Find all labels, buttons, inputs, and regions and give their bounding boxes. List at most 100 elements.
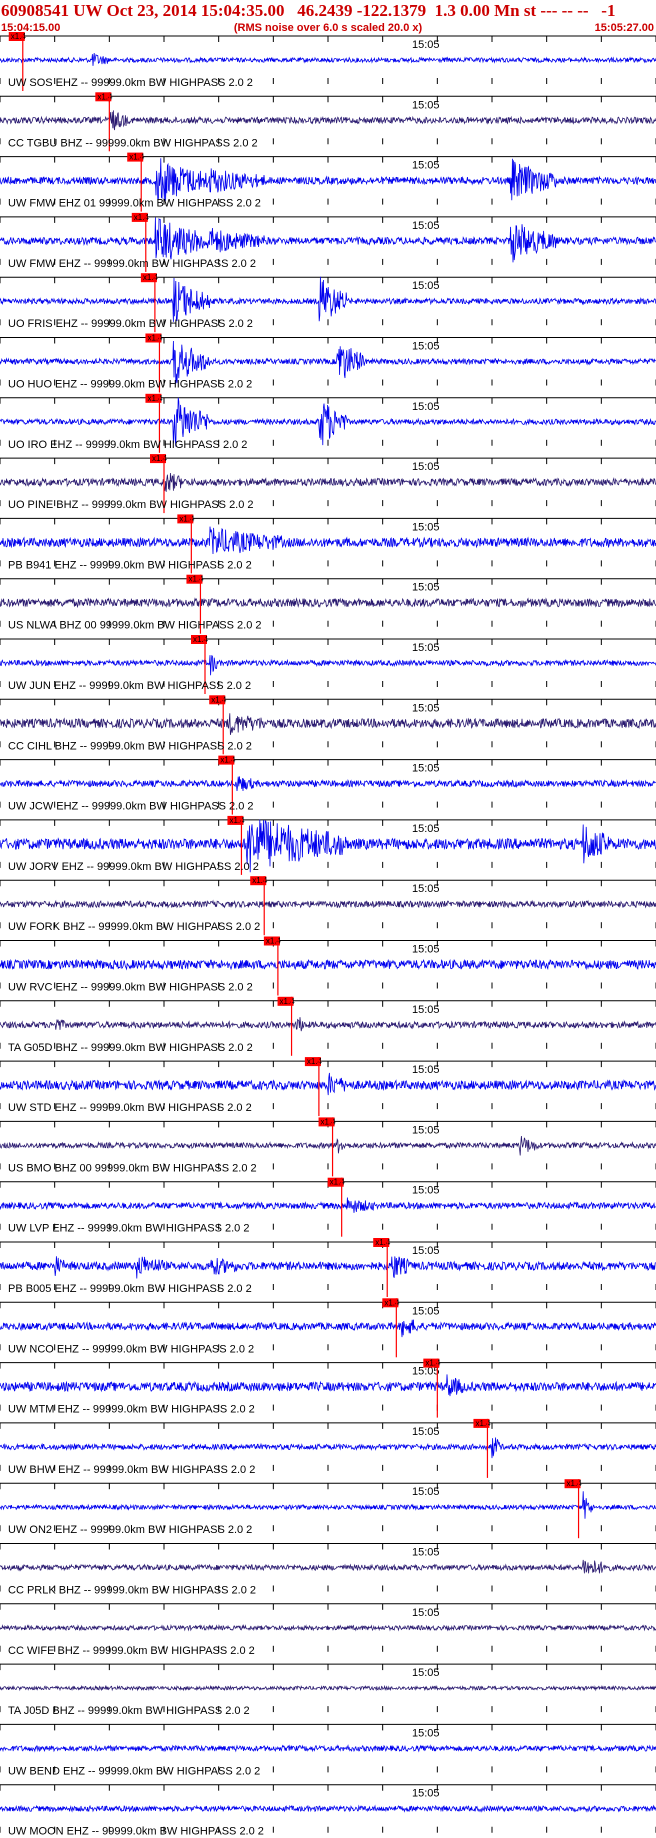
trace-22: 15:05x1.4UW MTM EHZ -- 99999.0km BW HIGH… (0, 1358, 656, 1418)
trace-24: 15:05 x1.4 UW ON2 EHZ -- 99999.0km BW HIGH… (0, 1479, 656, 1539)
tick-label-1505: 15:05 (412, 823, 440, 835)
trace-7: 15:05 x1.4 UO PINE BHZ -- 99999.0km BW HIG… (0, 454, 656, 514)
pick-label: x1.4 (375, 1238, 391, 1247)
station-label: UO FRIS EHZ -- 99999.0km BW HIGHPASS 2.0… (8, 318, 253, 330)
pick-label: x1.4 (425, 1359, 441, 1368)
trace-25: 15:05 CC PRLK BHZ -- 99999.0km BW HIGHPAS… (0, 1543, 656, 1597)
pick-label: x1.4 (307, 1057, 323, 1066)
station-label: CC CIHL BHZ -- 99999.0km BW HIGHPASS 2.0… (8, 740, 252, 752)
waveform (0, 340, 656, 384)
tick-label-1505: 15:05 (412, 1788, 440, 1800)
pick-label: x1.4 (193, 635, 209, 644)
pick-label: x1.4 (152, 454, 168, 463)
trace-20: 15:05 x1.4 PB B005 EHZ -- 99999.0km BW HIG… (0, 1238, 656, 1297)
tick-label-1505: 15:05 (412, 642, 440, 654)
waveform (0, 1072, 656, 1096)
station-label: CC PRLK BHZ -- 99999.0km BW HIGHPASS 2.0… (8, 1585, 256, 1597)
tick-label-1505: 15:05 (412, 401, 440, 413)
tick-label-1505: 15:05 (412, 582, 440, 594)
tick-label-1505: 15:05 (412, 1305, 440, 1317)
tick-label-1505: 15:05 (412, 1727, 440, 1739)
trace-13: 15:05 x1.4 UW JORV EHZ -- 99999.0km BW HIG… (0, 815, 656, 875)
station-label: UO IRO EHZ -- 99999.0km BW HIGHPASS 2.0 … (8, 439, 247, 451)
tick-label-1505: 15:05 (412, 1547, 440, 1559)
waveform (0, 1017, 656, 1032)
pick-label: x1.4 (384, 1298, 400, 1307)
tick-label-1505: 15:05 (412, 883, 440, 895)
tick-label-1505: 15:05 (412, 1607, 440, 1619)
trace-9: 15:05 x1.4 US NLWA BHZ 00 99999.0km BW HIG… (0, 574, 656, 634)
tick-label-1505: 15:05 (412, 1486, 440, 1498)
tick-label-1505: 15:05 (412, 944, 440, 956)
trace-11: 15:05 x1.4 CC CIHL BHZ -- 99999.0km BW HIG… (0, 695, 656, 755)
station-label: UW JUN EHZ -- 99999.0km BW HIGHPASS 2.0 … (8, 680, 251, 692)
waveform (0, 52, 656, 66)
station-label: TA G05D BHZ -- 99999.0km BW HIGHPASS 2.0… (8, 1042, 253, 1054)
tick-label-1505: 15:05 (412, 220, 440, 232)
waveform (0, 776, 656, 792)
trace-17: 15:05 x1.4 UW STD EHZ -- 99999.0km BW HIGH… (0, 1057, 656, 1117)
trace-21: 15:05 x1.4 UW NCO EHZ -- 99999.0km BW HIGH… (0, 1298, 656, 1358)
waveform (0, 1374, 656, 1397)
waveform (0, 597, 656, 609)
waveform (0, 1197, 656, 1213)
waveform (0, 1256, 656, 1279)
waveform (0, 276, 656, 322)
waveform (0, 526, 656, 555)
trace-28: 15:05 UW BEND EHZ -- 99999.0km BW HIGHPAS… (0, 1723, 656, 1777)
pick-label: x1.4 (134, 213, 150, 222)
station-label: UW FMW EHZ -- 99999.0km BW HIGHPASS 2.0 … (8, 258, 256, 270)
station-label: UW NCO EHZ -- 99999.0km BW HIGHPASS 2.0 … (8, 1343, 254, 1355)
station-label: PB B941 EHZ -- 99999.0km BW HIGHPASS 2.0… (8, 559, 252, 571)
seismogram-plot: 15:05 x1.4 UW SOS EHZ -- 99999.0km BW HIGH… (0, 32, 656, 1838)
trace-3: 15:05 x1.4 UW FMW EHZ -- 99999.0km BW HIGH… (0, 212, 656, 272)
tick-label-1505: 15:05 (412, 1124, 440, 1136)
pick-label: x1.4 (11, 32, 27, 41)
tick-label-1505: 15:05 (412, 461, 440, 473)
trace-26: 15:05 CC WIFE BHZ -- 99999.0km BW HIGHPAS… (0, 1603, 656, 1657)
trace-5: 15:05 x1.4 UO HUO EHZ -- 99999.0km BW HIGH… (0, 333, 656, 393)
station-label: UO PINE BHZ -- 99999.0km BW HIGHPASS 2.0… (8, 499, 254, 511)
pick-label: x1.4 (266, 937, 282, 946)
station-label: US NLWA BHZ 00 99999.0km BW HIGHPASS 2.0… (8, 620, 262, 632)
station-label: UW MOON EHZ -- 99999.0km BW HIGHPASS 2.0… (8, 1826, 264, 1838)
station-label: UW RVC EHZ -- 99999.0km BW HIGHPASS 2.0 … (8, 982, 253, 994)
tick-label-1505: 15:05 (412, 1064, 440, 1076)
tick-label-1505: 15:05 (412, 702, 440, 714)
tick-label-1505: 15:05 (412, 280, 440, 292)
waveform (0, 1744, 656, 1753)
tick-label-1505: 15:05 (412, 521, 440, 533)
waveform (0, 1559, 656, 1574)
tick-label-1505: 15:05 (412, 160, 440, 172)
pick-label: x1.4 (252, 876, 268, 885)
pick-label: x1.4 (229, 816, 245, 825)
station-label: UO HUO EHZ -- 99999.0km BW HIGHPASS 2.0 … (8, 379, 252, 391)
pick-label: x1.4 (567, 1479, 583, 1488)
trace-18: 15:05 x1.4 US BMO BHZ 00 99999.0km BW HIGH… (0, 1117, 656, 1177)
station-label: UW STD EHZ -- 99999.0km BW HIGHPASS 2.0 … (8, 1102, 252, 1114)
pick-label: x1.4 (188, 575, 204, 584)
trace-0: 15:05 x1.4 UW SOS EHZ -- 99999.0km BW HIGH… (0, 32, 656, 91)
trace-23: 15:05 x1.4 UW BHW EHZ -- 99999.0km BW HIGH… (0, 1418, 656, 1478)
tick-label-1505: 15:05 (412, 1185, 440, 1197)
waveform (0, 1684, 656, 1692)
waveform (0, 1135, 656, 1156)
pick-label: x1.4 (280, 997, 296, 1006)
trace-14: 15:05 x1.4 UW FORK BHZ -- 99999.0km BW HIG… (0, 876, 656, 936)
trace-12: 15:05 x1.4 UW JCW EHZ -- 99999.0km BW HIGH… (0, 755, 656, 815)
pick-label: x1.4 (179, 514, 195, 523)
pick-label: x1.4 (321, 1117, 337, 1126)
trace-10: 15:05 x1.4 UW JUN EHZ -- 99999.0km BW HIGH… (0, 635, 656, 694)
waveform (0, 110, 656, 131)
station-label: UW MTM EHZ -- 99999.0km BW HIGHPASS 2.0 … (8, 1404, 255, 1416)
trace-19: 15:05 x1.4 UW LVP EHZ -- 99999.0km BW HIGH… (0, 1177, 656, 1237)
trace-27: 15:05 TA J05D BHZ -- 99999.0km BW HIGHPAS… (0, 1663, 656, 1717)
station-label: CC WIFE BHZ -- 99999.0km BW HIGHPASS 2.0… (8, 1645, 255, 1657)
trace-6: 15:05 x1.4 UO IRO EHZ -- 99999.0km BW HIGH… (0, 393, 656, 453)
station-label: UW FORK BHZ -- 99999.0km BW HIGHPASS 2.0… (8, 921, 260, 933)
pick-label: x1.4 (143, 273, 159, 282)
trace-1: 15:05 x1.4 CC TGBU BHZ -- 99999.0km BW HIG… (0, 92, 656, 152)
station-label: UW ON2 EHZ -- 99999.0km BW HIGHPASS 2.0 … (8, 1524, 252, 1536)
waveform (0, 1319, 656, 1338)
tick-label-1505: 15:05 (412, 1426, 440, 1438)
